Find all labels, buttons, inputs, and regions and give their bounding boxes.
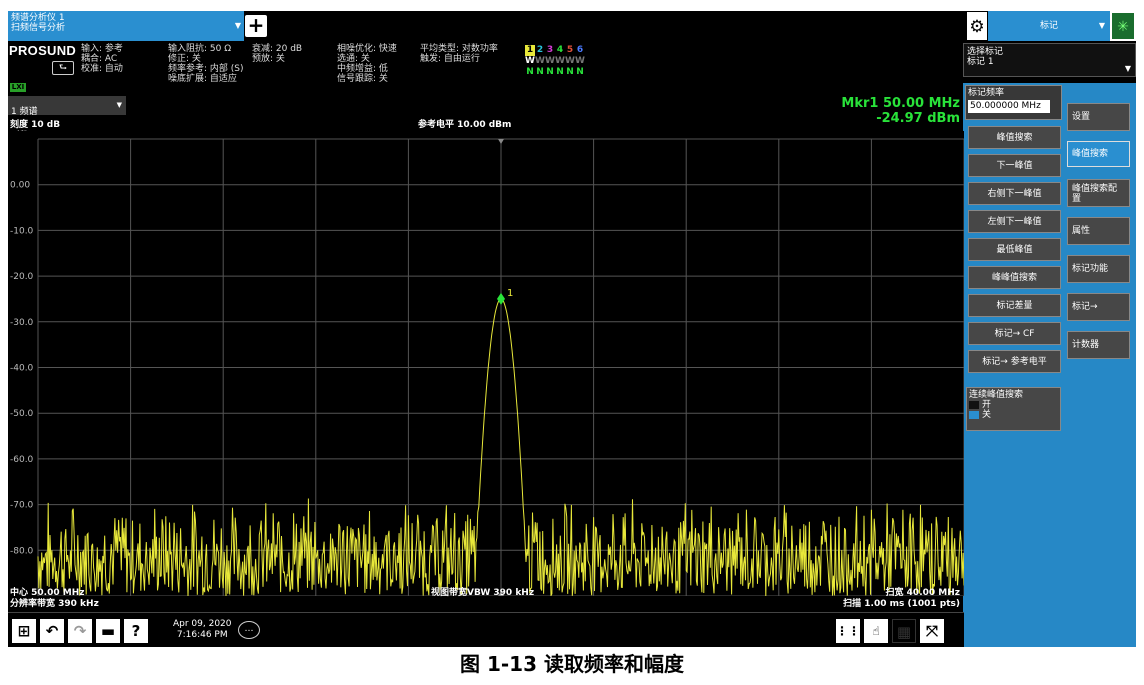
taskbar: ⊞ ↶ ↷ ▬ ? Apr 09, 2020 7:16:46 PM … ⋮⋮ ☝… [8,612,964,647]
busy-indicator-icon[interactable]: ✳ [1110,11,1136,41]
y-tick-label: -60.0 [10,455,34,465]
marker-number-label: 1 [507,288,513,299]
marker-readout-freq: Mkr1 50.00 MHz [841,96,960,111]
tab-marker-function[interactable]: 标记功能 [1067,255,1130,283]
chevron-down-icon: ▼ [234,21,241,30]
date-text: Apr 09, 2020 [173,619,232,629]
peak-search-button[interactable]: 峰值搜索 [968,126,1061,149]
chevron-down-icon: ▼ [1098,21,1105,30]
vbw-label[interactable]: 视图带宽VBW 390 kHz [431,588,534,598]
toggle-off-label: 关 [982,410,992,420]
next-peak-left-button[interactable]: 左侧下一峰值 [968,210,1061,233]
sweep-label[interactable]: 扫描 1.00 ms (1001 pts) [843,599,960,609]
trace-indicator[interactable]: 123456 WWWWWW NNNNNN [525,45,585,78]
continuous-peak-toggle[interactable]: 连续峰值搜索 开 关 [966,387,1061,431]
plot-background [8,131,964,596]
y-tick-label: -50.0 [10,409,34,419]
info-col-input[interactable]: 输入: 参考 耦合: AC 校准: 自动 [81,44,123,74]
undo-icon[interactable]: ↶ [40,619,64,643]
layout-icon[interactable]: ▦ [892,619,916,643]
center-freq-label[interactable]: 中心 50.00 MHz [10,588,84,598]
next-peak-button[interactable]: 下一峰值 [968,154,1061,177]
y-tick-label: -40.0 [10,364,34,374]
info-col-phase[interactable]: 相噪优化: 快速 选通: 关中频增益: 低信号跟踪: 关 [337,44,397,84]
marker-frequency-box[interactable]: 标记频率 50.000000 MHz [965,85,1062,120]
redo-icon[interactable]: ↷ [68,619,92,643]
datetime: Apr 09, 2020 7:16:46 PM [173,619,232,641]
grid-view-icon[interactable]: ⋮⋮ [836,619,860,643]
input-icon[interactable]: ⮑ [52,61,74,75]
continuous-peak-label: 连续峰值搜索 [969,390,1024,400]
y-tick-label: -70.0 [10,501,34,511]
marker-readout: Mkr1 50.00 MHz -24.97 dBm [841,96,960,126]
info-header: PROSUND ⮑ LXI 输入: 参考 耦合: AC 校准: 自动 输入阻抗: 5… [8,42,964,94]
chevron-down-icon: ▼ [1124,64,1131,73]
chevron-down-icon: ▼ [116,101,122,109]
toggle-on-label: 开 [982,400,992,410]
figure-caption: 图 1-13 读取频率和幅度 [460,652,684,676]
folder-icon[interactable]: ▬ [96,619,120,643]
fullscreen-icon[interactable]: ⤧ [920,619,944,643]
tab-marker-to[interactable]: 标记→ [1067,293,1130,321]
select-marker-dropdown[interactable]: 选择标记 标记 1 ▼ [963,43,1136,77]
analyzer-window: 频谱分析仪 1 扫频信号分析 ▼ + PROSUND ⮑ LXI 输入: 参考耦… [8,11,1136,647]
marker-frequency-label: 标记频率 [968,88,1005,98]
peak-peak-search-button[interactable]: 峰峰值搜索 [968,266,1061,289]
info-col-avg[interactable]: 平均类型: 对数功率 触发: 自由运行 [420,44,498,64]
window-tab-line2: 扫频信号分析 [11,23,66,33]
marker-to-cf-button[interactable]: 标记→ CF [968,322,1061,345]
marker-to-ref-level-button[interactable]: 标记→ 参考电平 [968,350,1061,373]
brand-logo: PROSUND [9,43,77,58]
softkey-panel: 标记频率 50.000000 MHz 峰值搜索 下一峰值 右侧下一峰值 左侧下一… [963,83,1136,647]
window-tab-line1: 频谱分析仪 1 [11,13,65,23]
gear-icon[interactable]: ⚙ [966,11,988,41]
ref-level-label[interactable]: 参考电平 10.00 dBm [418,117,511,130]
touch-icon[interactable]: ☝ [864,619,888,643]
span-label[interactable]: 扫宽 40.00 MHz [886,588,960,598]
toggle-off-swatch [969,410,979,419]
lxi-badge: LXI [10,83,26,92]
help-icon[interactable]: ? [124,619,148,643]
rbw-label[interactable]: 分辨率带宽 390 kHz [10,599,99,609]
tab-peak-search-config[interactable]: 峰值搜索配置 [1067,179,1130,207]
window-tab[interactable]: 频谱分析仪 1 扫频信号分析 ▼ [8,11,244,41]
toggle-on-swatch [969,400,979,409]
y-tick-label: -20.0 [10,272,34,282]
info-col-impedance[interactable]: 输入阻抗: 50 Ω 修正: 关频率参考: 内部 (S) 噪底扩展: 自适应 [168,44,244,84]
select-marker-value: 标记 1 [967,57,994,67]
tab-properties[interactable]: 属性 [1067,217,1130,245]
spectrum-plot[interactable]: 0.00 -10.0 -20.0 -30.0 -40.0 -50.0 -60.0 -70.0 -… [8,131,964,596]
tab-counter[interactable]: 计数器 [1067,331,1130,359]
add-tab-button[interactable]: + [245,15,267,37]
marker-readout-amp: -24.97 dBm [876,111,960,126]
y-tick-label: -10.0 [10,226,34,236]
windows-icon[interactable]: ⊞ [12,619,36,643]
y-tick-label: -30.0 [10,318,34,328]
time-text: 7:16:46 PM [176,630,228,640]
next-peak-right-button[interactable]: 右侧下一峰值 [968,182,1061,205]
tab-peak-search[interactable]: 峰值搜索 [1067,141,1130,167]
y-tick-label: 0.00 [10,181,30,191]
info-col-atten[interactable]: 衰减: 20 dB 预放: 关 [252,44,302,64]
select-marker-label: 选择标记 [967,47,1004,57]
marker-frequency-input[interactable]: 50.000000 MHz [968,100,1050,113]
tab-settings[interactable]: 设置 [1067,103,1130,131]
marker-delta-button[interactable]: 标记差量 [968,294,1061,317]
chat-icon[interactable]: … [238,621,260,639]
y-tick-label: -80.0 [10,546,34,556]
trace-select-dropdown[interactable]: 1 频谱 ▼ [8,96,126,117]
minimum-peak-button[interactable]: 最低峰值 [968,238,1061,261]
menu-title-marker[interactable]: 标记 ▼ [988,11,1110,41]
